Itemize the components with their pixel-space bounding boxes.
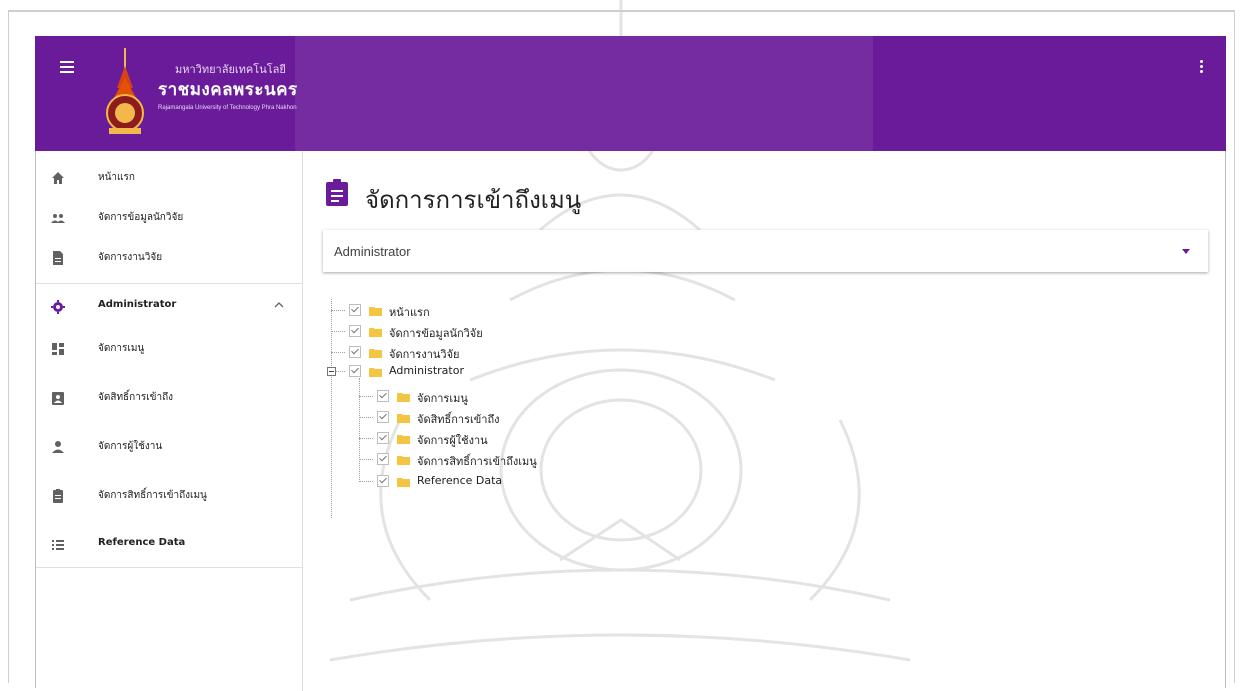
sidebar-item-researchers[interactable]: จัดการข้อมูลนักวิจัย xyxy=(36,198,302,238)
folder-icon xyxy=(397,414,410,423)
sidebar-item-label: หน้าแรก xyxy=(98,172,135,183)
tree-checkbox[interactable] xyxy=(377,432,389,444)
folder-icon xyxy=(369,328,382,337)
tree-node-label: จัดสิทธิ์การเข้าถึง xyxy=(417,413,500,426)
sidebar-item-administrator[interactable]: Administrator xyxy=(36,287,302,327)
tree-checkbox[interactable] xyxy=(349,325,361,337)
sidebar-item-label: จัดการงานวิจัย xyxy=(98,252,163,263)
sidebar-divider xyxy=(36,567,302,568)
sidebar-item-home[interactable]: หน้าแรก xyxy=(36,158,302,198)
dashboard-icon xyxy=(52,343,64,355)
tree-checkbox[interactable] xyxy=(349,365,361,377)
sidebar-item-users[interactable]: จัดการผู้ใช้งาน xyxy=(36,427,302,467)
tree-connector xyxy=(359,481,373,482)
gear-icon xyxy=(51,300,65,314)
tree-connector xyxy=(331,310,345,311)
menu-access-tree: หน้าแรก จัดการข้อมูลนักวิจัย จัดการงานวิ… xyxy=(327,297,627,518)
page-title: จัดการการเข้าถึงเมนู xyxy=(365,186,582,214)
folder-icon xyxy=(397,478,410,487)
role-select[interactable]: Administrator xyxy=(323,230,1208,272)
sidebar-item-reference-data[interactable]: Reference Data xyxy=(36,525,302,565)
more-vert-icon[interactable] xyxy=(1198,58,1204,78)
sidebar-item-label: จัดสิทธิ์การเข้าถึง xyxy=(98,392,173,403)
sidebar-item-research[interactable]: จัดการงานวิจัย xyxy=(36,238,302,278)
person-icon xyxy=(52,441,64,453)
tree-collapse-toggle[interactable] xyxy=(327,367,336,376)
sidebar-item-label: จัดการเมนู xyxy=(98,343,145,354)
tree-connector xyxy=(359,378,360,482)
hamburger-menu-icon[interactable] xyxy=(55,58,79,78)
sidebar-item-label: จัดการข้อมูลนักวิจัย xyxy=(98,212,184,223)
tree-connector xyxy=(359,417,373,418)
university-logo xyxy=(106,48,144,134)
tree-node-label: จัดการงานวิจัย xyxy=(389,348,460,361)
tree-checkbox[interactable] xyxy=(377,475,389,487)
sidebar-item-manage-menu[interactable]: จัดการเมนู xyxy=(36,329,302,369)
outer-frame-left xyxy=(8,10,9,683)
sidebar-item-label: จัดการผู้ใช้งาน xyxy=(98,441,163,452)
sidebar-divider xyxy=(36,283,302,284)
folder-icon xyxy=(397,393,410,402)
tree-node-label: Reference Data xyxy=(417,474,503,487)
sidebar-item-label: จัดการสิทธิ์การเข้าถึงเมนู xyxy=(98,490,207,501)
role-select-value: Administrator xyxy=(334,244,411,259)
tree-connector xyxy=(359,459,373,460)
folder-icon xyxy=(369,368,382,377)
tree-connector xyxy=(359,396,373,397)
folder-icon xyxy=(369,349,382,358)
folder-icon xyxy=(397,456,410,465)
tree-node-label: จัดการผู้ใช้งาน xyxy=(417,434,488,447)
sidebar-item-access-rights[interactable]: จัดสิทธิ์การเข้าถึง xyxy=(36,378,302,418)
brand-english: Rajamangala University of Technology Phr… xyxy=(158,105,297,111)
tree-node-label: Administrator xyxy=(389,364,464,377)
badge-icon xyxy=(52,392,64,405)
tree-connector xyxy=(336,371,345,372)
app-header: มหาวิทยาลัยเทคโนโลยี ราชมงคลพระนคร Rajam… xyxy=(35,36,1226,151)
tree-checkbox[interactable] xyxy=(377,390,389,402)
sidebar-item-label: Reference Data xyxy=(98,537,186,548)
brand-title: ราชมงคลพระนคร xyxy=(158,80,298,100)
home-icon xyxy=(52,172,64,184)
tree-node-label: จัดการสิทธิ์การเข้าถึงเมนู xyxy=(417,455,537,468)
tree-connector xyxy=(331,331,345,332)
assignment-icon xyxy=(326,179,348,206)
chevron-up-icon[interactable] xyxy=(274,300,284,310)
tree-connector xyxy=(359,438,373,439)
folder-icon xyxy=(397,435,410,444)
header-band xyxy=(295,36,873,151)
outer-frame-top xyxy=(8,10,1235,12)
tree-checkbox[interactable] xyxy=(349,346,361,358)
tree-checkbox[interactable] xyxy=(349,304,361,316)
tree-node-label: หน้าแรก xyxy=(389,306,430,319)
main-content: จัดการการเข้าถึงเมนู Administrator หน้าแ… xyxy=(303,151,1225,691)
people-icon xyxy=(51,214,65,223)
tree-node-label: จัดการเมนู xyxy=(417,392,468,405)
tree-checkbox[interactable] xyxy=(377,411,389,423)
outer-frame-right xyxy=(1234,10,1235,683)
sidebar-item-menu-access[interactable]: จัดการสิทธิ์การเข้าถึงเมนู xyxy=(36,476,302,516)
sidebar: หน้าแรก จัดการข้อมูลนักวิจัย จัดการงานวิ… xyxy=(36,151,303,691)
folder-icon xyxy=(369,307,382,316)
list-icon xyxy=(52,540,64,550)
tree-node-label: จัดการข้อมูลนักวิจัย xyxy=(389,327,483,340)
dropdown-arrow-icon xyxy=(1182,249,1190,254)
clipboard-icon xyxy=(53,489,63,503)
document-icon xyxy=(53,251,63,265)
sidebar-item-label: Administrator xyxy=(98,299,177,310)
tree-connector xyxy=(331,352,345,353)
tree-checkbox[interactable] xyxy=(377,453,389,465)
